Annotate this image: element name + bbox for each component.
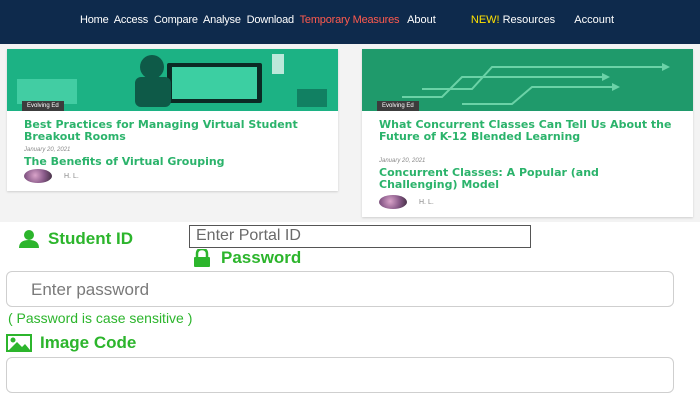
image-icon: [6, 334, 32, 352]
password-text: Password: [221, 248, 302, 267]
nav-account-link[interactable]: Account: [574, 14, 614, 26]
nav-home-link[interactable]: Home: [80, 14, 109, 26]
student-id-label: Student ID: [18, 229, 133, 249]
author-name: H. L.: [419, 198, 434, 206]
nav-right-links: About NEW! Resources Account: [391, 14, 614, 26]
password-case-note: ( Password is case sensitive ): [8, 310, 193, 326]
password-input[interactable]: Enter password: [6, 271, 674, 307]
portal-id-input[interactable]: Enter Portal ID: [189, 225, 531, 248]
lock-icon: [194, 249, 210, 267]
article-subtitle[interactable]: Concurrent Classes: A Popular (and Chall…: [379, 167, 679, 191]
article-author: H. L.: [24, 169, 79, 183]
article-date: January 20, 2021: [24, 147, 71, 153]
image-code-input[interactable]: [6, 357, 674, 393]
nav-about-link[interactable]: About: [407, 14, 436, 26]
article-title[interactable]: Best Practices for Managing Virtual Stud…: [24, 119, 324, 143]
article-subtitle[interactable]: The Benefits of Virtual Grouping: [24, 156, 324, 168]
avatar: [379, 195, 407, 209]
image-code-label: Image Code: [6, 333, 136, 353]
top-nav-bar: Home Access Compare Analyse Download Tem…: [0, 0, 700, 44]
image-code-text: Image Code: [40, 333, 137, 352]
article-card[interactable]: Evolving Ed What Concurrent Classes Can …: [362, 49, 693, 217]
nav-left-links: Home Access Compare Analyse Download Tem…: [80, 14, 402, 26]
password-label: Password: [191, 248, 301, 268]
nav-analyse-link[interactable]: Analyse: [203, 14, 241, 26]
nav-resources-label: Resources: [502, 14, 556, 26]
new-badge: NEW!: [470, 14, 500, 26]
category-tag[interactable]: Evolving Ed: [22, 101, 64, 111]
category-tag[interactable]: Evolving Ed: [377, 101, 419, 111]
nav-access-link[interactable]: Access: [114, 14, 148, 26]
avatar: [24, 169, 52, 183]
nav-download-link[interactable]: Download: [247, 14, 295, 26]
nav-resources-link[interactable]: NEW! Resources: [455, 14, 555, 26]
user-icon: [19, 230, 39, 248]
nav-temporary-measures-link[interactable]: Temporary Measures: [300, 14, 400, 26]
article-card[interactable]: Evolving Ed Best Practices for Managing …: [7, 49, 338, 191]
article-title[interactable]: What Concurrent Classes Can Tell Us Abou…: [379, 119, 679, 143]
article-date: January 20, 2021: [379, 158, 426, 164]
student-id-text: Student ID: [48, 229, 133, 248]
nav-compare-link[interactable]: Compare: [154, 14, 198, 26]
author-name: H. L.: [64, 172, 79, 180]
article-author: H. L.: [379, 195, 434, 209]
